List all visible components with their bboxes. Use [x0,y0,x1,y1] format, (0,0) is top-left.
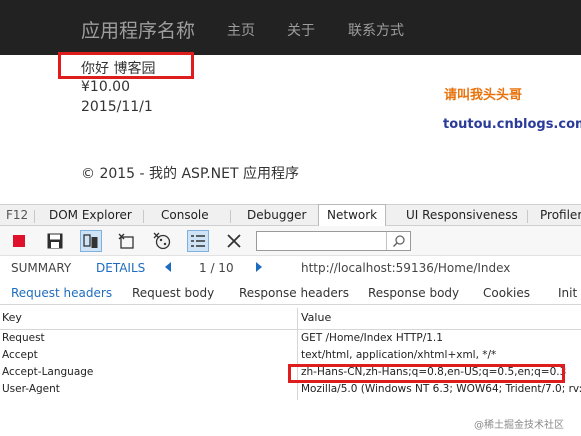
headers-table-header: Key Value [0,308,581,330]
accept-language-highlight-box [288,364,565,383]
tab-debugger[interactable]: Debugger [247,208,306,222]
tab-profiler[interactable]: Profiler [540,208,581,222]
tab-console[interactable]: Console [161,208,209,222]
header-key: Accept [2,349,38,361]
details-tab[interactable]: DETAILS [96,261,145,275]
column-header-key[interactable]: Key [2,311,22,324]
tab-separator [527,210,528,223]
site-footer: © 2015 - 我的 ASP.NET 应用程序 [81,166,299,182]
promo-url: toutou.cnblogs.com [443,117,581,132]
request-url: http://localhost:59136/Home/Index [301,261,511,275]
column-header-value[interactable]: Value [301,311,331,324]
search-icon[interactable] [386,232,410,250]
save-icon[interactable] [44,230,66,252]
watermark-text: @稀土掘金技术社区 [474,420,564,431]
table-row[interactable]: Request GET /Home/Index HTTP/1.1 [0,331,581,348]
header-value: Mozilla/5.0 (Windows NT 6.3; WOW64; Trid… [301,383,581,395]
clear-entries-icon[interactable] [223,230,245,252]
tab-dom-explorer[interactable]: DOM Explorer [49,208,132,222]
price-text: ¥10.00 [81,79,130,95]
request-pager: 1 / 10 [199,261,234,275]
table-row[interactable]: User-Agent Mozilla/5.0 (Windows NT 6.3; … [0,382,581,399]
tab-ui-responsiveness[interactable]: UI Responsiveness [406,208,518,222]
table-row[interactable]: Accept text/html, application/xhtml+xml,… [0,348,581,365]
tab-f12: F12 [6,208,29,222]
subtab-request-body[interactable]: Request body [132,286,214,300]
tab-separator [34,210,35,223]
summary-tab[interactable]: SUMMARY [11,261,71,275]
devtools-tab-bar: F12 DOM Explorer Console Debugger Networ… [0,204,581,227]
nav-link-contact[interactable]: 联系方式 [348,20,404,40]
site-brand[interactable]: 应用程序名称 [81,16,195,43]
previous-request-icon[interactable] [165,262,171,272]
clear-cookies-icon[interactable] [151,230,173,252]
header-key: Request [2,332,45,344]
header-value: GET /Home/Index HTTP/1.1 [301,332,443,344]
stop-recording-icon[interactable] [8,230,30,252]
network-toolbar [0,226,581,256]
subtab-response-headers[interactable]: Response headers [239,286,349,300]
next-request-icon[interactable] [256,262,262,272]
always-refresh-icon[interactable] [80,230,102,252]
nav-link-home[interactable]: 主页 [227,20,255,40]
header-value: text/html, application/xhtml+xml, */* [301,349,497,361]
details-subtab-bar: Request headers Request body Response he… [0,283,581,305]
subtab-cookies[interactable]: Cookies [483,286,530,300]
summary-details-bar: SUMMARY DETAILS 1 / 10 http://localhost:… [0,256,581,280]
filter-content-icon[interactable] [187,230,209,252]
site-navbar: 应用程序名称 主页 关于 联系方式 [0,0,581,55]
subtab-request-headers[interactable]: Request headers [11,286,112,300]
tab-separator [143,210,144,223]
nav-link-about[interactable]: 关于 [287,20,315,40]
subtab-response-body[interactable]: Response body [368,286,459,300]
tab-network[interactable]: Network [318,204,387,227]
date-text: 2015/11/1 [81,99,153,115]
greeting-highlight-box [58,52,194,79]
subtab-initiator[interactable]: Init [558,286,577,300]
find-input[interactable] [256,231,411,251]
promo-title: 请叫我头头哥 [444,88,523,103]
header-key: User-Agent [2,383,60,395]
header-key: Accept-Language [2,366,94,378]
clear-cache-icon[interactable] [116,230,138,252]
tab-separator [230,210,231,223]
